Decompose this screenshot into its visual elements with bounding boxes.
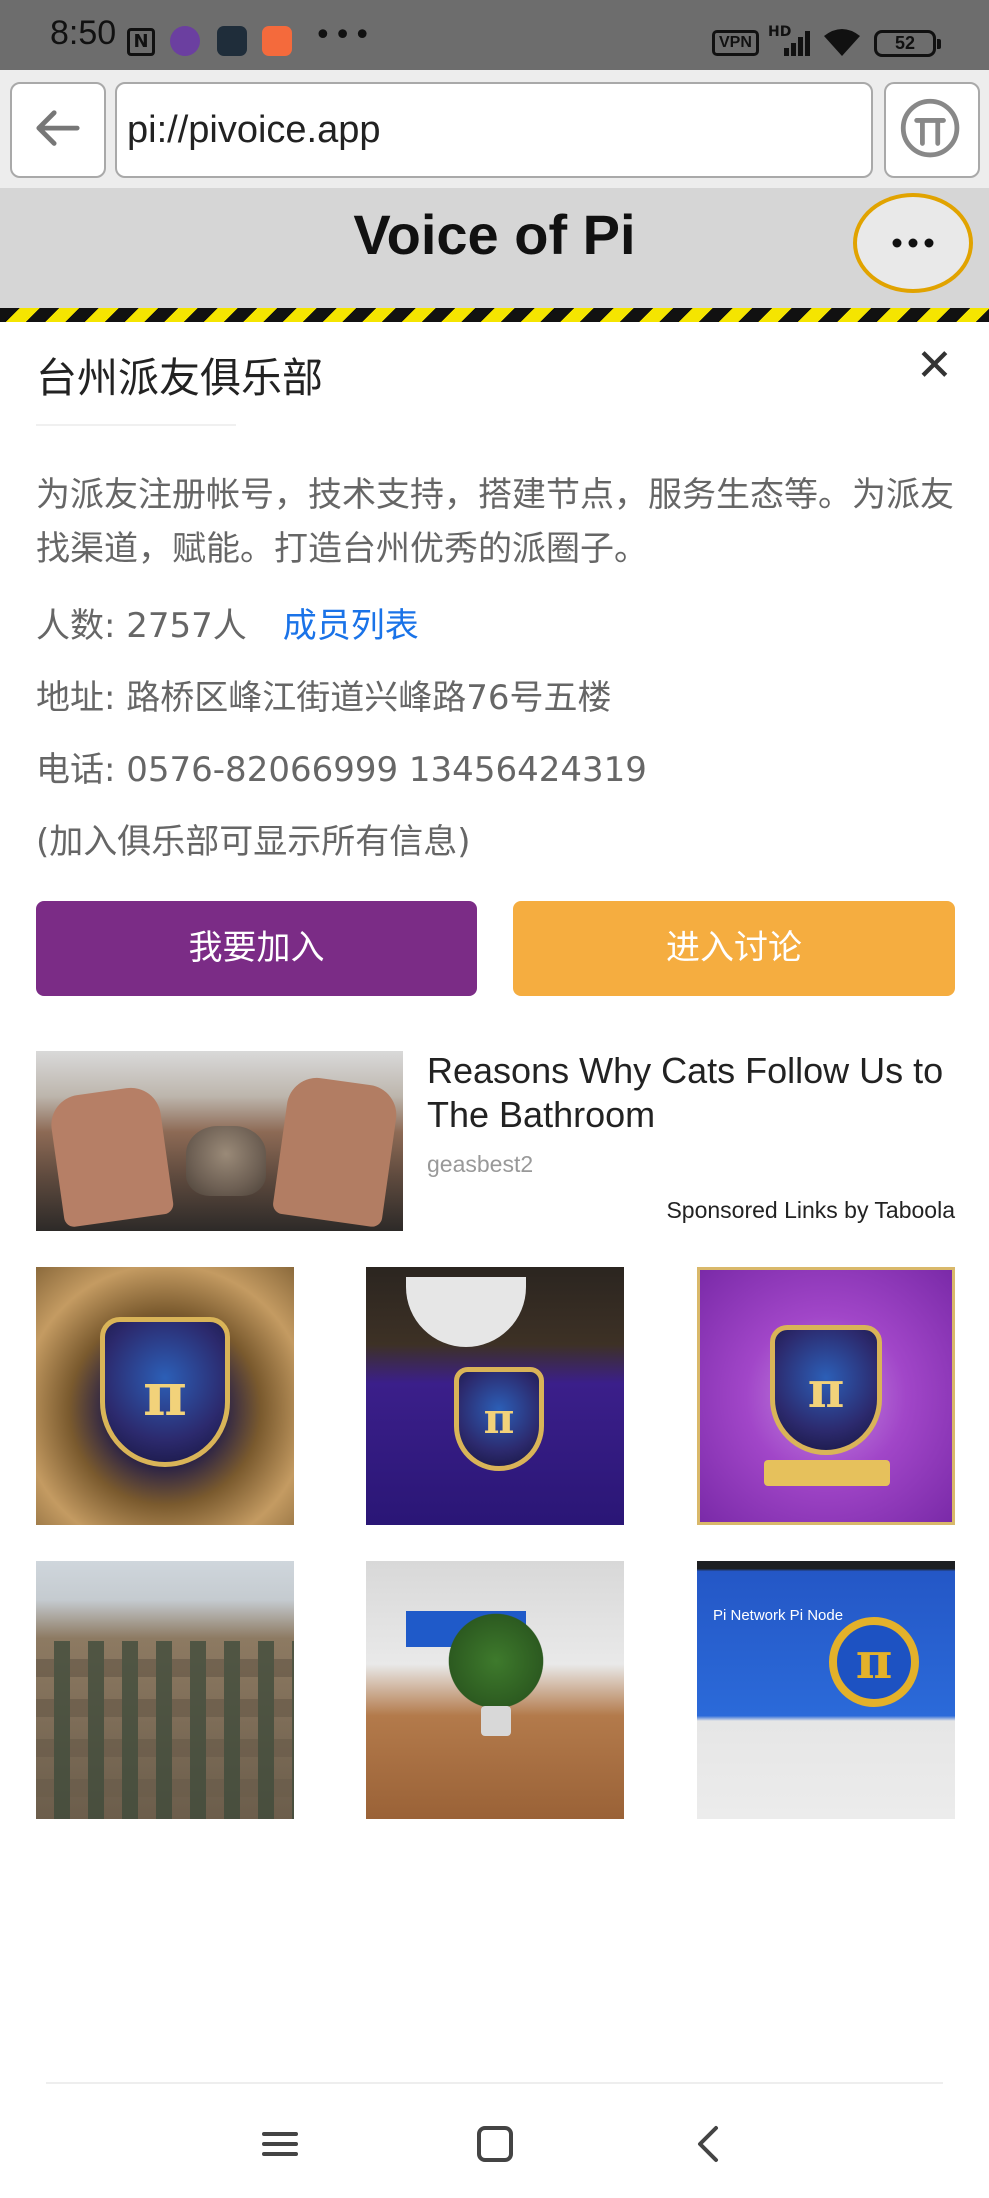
pi-app-icon (170, 26, 200, 56)
club-title: 台州派友俱乐部 (36, 354, 323, 402)
browser-toolbar: pi://pivoice.app (0, 70, 989, 188)
status-bar: 8:50 N ••• VPN HD 52 (0, 0, 989, 70)
pi-logo-sign: π (829, 1617, 919, 1707)
club-photo-building[interactable] (36, 1561, 294, 1819)
pi-shield-badge: π (100, 1317, 230, 1467)
wifi-icon (824, 29, 860, 56)
ad-image-leg-right (271, 1074, 401, 1228)
app-header: Voice of Pi (0, 188, 989, 312)
url-field[interactable]: pi://pivoice.app (115, 82, 873, 178)
app-title: Voice of Pi (353, 203, 636, 266)
ad-image-leg-left (47, 1083, 175, 1229)
nfc-icon: N (127, 28, 155, 56)
ad-source: geasbest2 (427, 1151, 534, 1177)
recent-apps-icon[interactable] (250, 2114, 310, 2174)
club-photo-badge-2[interactable]: π (366, 1267, 624, 1525)
sponsored-ad[interactable]: Reasons Why Cats Follow Us to The Bathro… (36, 1049, 957, 1233)
member-count-row: 人数: 2757人 成员列表 (36, 598, 419, 647)
sign-caption: Pi Network Pi Node (713, 1607, 844, 1624)
club-photo-badge-3[interactable]: π (697, 1267, 955, 1525)
title-divider (36, 424, 236, 426)
arrow-left-icon (36, 110, 80, 146)
ad-sponsor-label[interactable]: Sponsored Links by Taboola (666, 1197, 955, 1224)
status-time: 8:50 (50, 14, 117, 52)
badge-ribbon (764, 1460, 890, 1486)
club-description: 为派友注册帐号，技术支持，搭建节点，服务生态等。为派友找渠道，赋能。打造台州优秀… (36, 475, 954, 569)
back-button[interactable] (10, 82, 106, 178)
more-notifications-icon: ••• (314, 18, 374, 53)
shopping-app-icon (262, 26, 292, 56)
pi-shield-badge: π (770, 1325, 882, 1455)
signal-icon (780, 30, 810, 56)
club-photo-office[interactable] (366, 1561, 624, 1819)
vpn-icon: VPN (712, 30, 759, 56)
club-photo-node-sign[interactable]: Pi Network Pi Node π (697, 1561, 955, 1819)
home-icon[interactable] (465, 2114, 525, 2174)
camera-app-icon (217, 26, 247, 56)
club-address: 地址: 路桥区峰江街道兴峰路76号五楼 (36, 678, 612, 718)
plant-pot (481, 1706, 511, 1736)
join-button[interactable]: 我要加入 (36, 901, 477, 996)
tea-cup (406, 1277, 526, 1347)
building-windows (36, 1641, 294, 1819)
club-phone: 电话: 0576-82066999 13456424319 (36, 750, 647, 790)
pi-logo-icon (900, 98, 960, 158)
ad-image-cat (186, 1126, 266, 1196)
back-icon[interactable] (680, 2114, 740, 2174)
ad-title[interactable]: Reasons Why Cats Follow Us to The Bathro… (427, 1049, 957, 1137)
member-list-link[interactable]: 成员列表 (283, 606, 419, 646)
ad-image[interactable] (36, 1051, 403, 1231)
pi-browser-button[interactable] (884, 82, 980, 178)
battery-icon: 52 (874, 30, 941, 57)
enter-discussion-button[interactable]: 进入讨论 (513, 901, 955, 996)
member-count: 人数: 2757人 (36, 606, 247, 646)
potted-tree (446, 1601, 546, 1721)
system-nav-bar (0, 2084, 989, 2198)
more-dots-icon (892, 238, 934, 248)
close-icon[interactable]: ✕ (916, 340, 953, 391)
hazard-stripe-divider (0, 308, 989, 322)
join-note: (加入俱乐部可显示所有信息) (36, 822, 471, 862)
more-menu-button[interactable] (853, 193, 973, 293)
pi-shield-badge: π (454, 1367, 544, 1471)
club-photo-badge-1[interactable]: π (36, 1267, 294, 1525)
